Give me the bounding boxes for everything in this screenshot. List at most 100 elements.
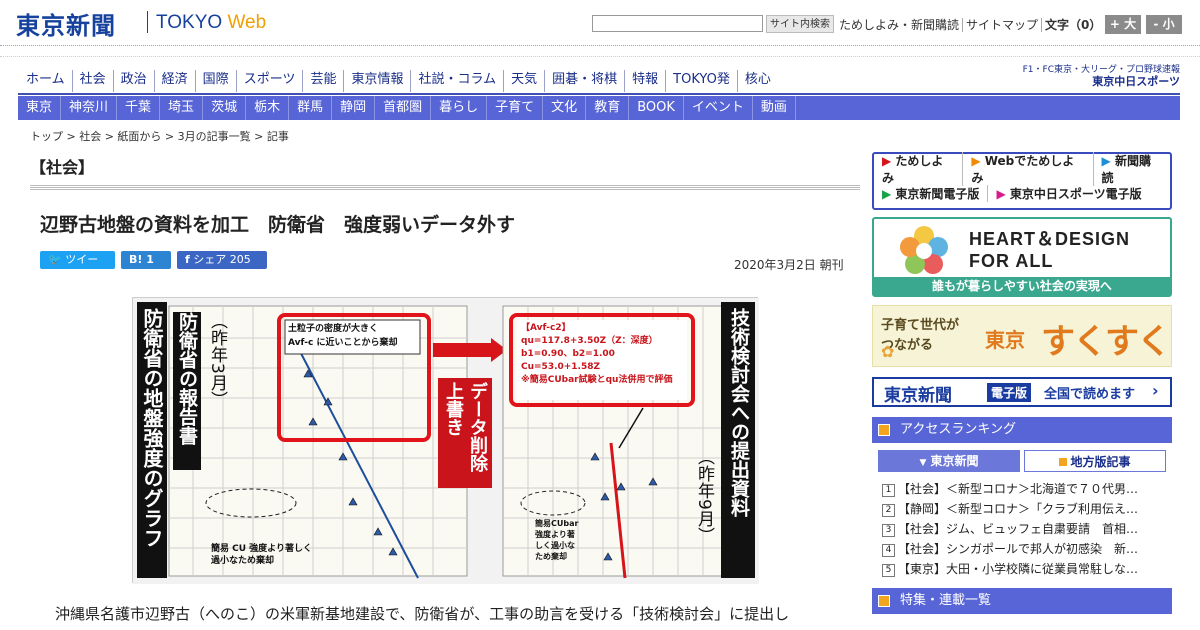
rank-title: 【静岡】＜新型コロナ＞「クラブ利用伝え… [898,502,1139,516]
tweet-button[interactable]: 🐦 ツイート [40,251,115,284]
subnav-shizuoka[interactable]: 静岡 [332,96,376,120]
nav-divider [18,93,1180,95]
sukusuku-tokyo: 東京 [985,328,1025,352]
tokyo-sukusuku-banner[interactable]: 子育て世代が つながる 東京 すくすく ✿ [872,305,1172,367]
subnav-book[interactable]: BOOK [629,96,684,120]
subnav-kosodate[interactable]: 子育て [487,96,544,120]
green-triangle-icon: ▶ [882,186,892,201]
tab-chiho-ban[interactable]: 地方版記事 [1024,450,1166,472]
logo-tokyo-web[interactable]: TOKYO Web [156,12,266,34]
facebook-icon: f [185,253,190,266]
nav-weather[interactable]: 天気 [503,70,544,92]
ranking-header: アクセスランキング [872,417,1172,443]
nav-kakushin[interactable]: 核心 [736,70,778,92]
section-marker-icon [878,595,890,607]
ranking-item[interactable]: 2 【静岡】＜新型コロナ＞「クラブ利用伝え… [882,499,1168,519]
subnav-kurashi[interactable]: 暮らし [431,96,488,120]
link-tameshiyomi[interactable]: ▶ ためしよみ [874,152,962,186]
denshiban-banner[interactable]: 東京新聞 電子版 全国で読めます › [872,377,1172,407]
nav-editorial[interactable]: 社説・コラム [410,70,503,92]
sitemap-link[interactable]: サイトマップ [962,18,1042,32]
breadcrumb[interactable]: トップ > 社会 > 紙面から > 3月の記事一覧 > 記事 [30,128,289,144]
subnav-ibaraki[interactable]: 茨城 [203,96,247,120]
link-web-tameshiyomi[interactable]: ▶ Webでためしよみ [962,152,1092,186]
nav-tokyo-info[interactable]: 東京情報 [343,70,410,92]
flower-logo-icon [900,226,948,274]
chevron-right-icon: › [1152,381,1159,400]
ranking-title: アクセスランキング [900,422,1016,437]
rank-number: 5 [882,564,895,577]
ranking-item[interactable]: 4 【社会】シンガポールで邦人が初感染 新… [882,539,1168,559]
link-web-tameshiyomi-label: Webでためしよみ [971,154,1075,185]
site-search-input[interactable] [592,15,763,32]
subnav-event[interactable]: イベント [684,96,753,120]
site-logo[interactable]: 東京新聞 [16,6,116,41]
link-subscribe[interactable]: ▶ 新聞購読 [1092,152,1171,186]
subnav-bunka[interactable]: 文化 [543,96,587,120]
logo-tokyo-text: TOKYO [156,12,223,33]
chunichi-sports-banner[interactable]: F1・FC東京・大リーグ・プロ野球速報 東京中日スポーツ [1020,64,1180,89]
nav-international[interactable]: 国際 [194,70,236,92]
tab-tokyo-shimbun[interactable]: ▼ 東京新聞 [878,450,1020,472]
subnav-gunma[interactable]: 群馬 [289,96,333,120]
subnav-kyoiku[interactable]: 教育 [586,96,630,120]
figure-left-callout: 土粒子の密度が大きく Avf-c に近いことから棄却 [288,324,398,348]
rank-number: 2 [882,504,895,517]
figure-right-note: 簡易CUbar 強度より著 しく過小な ため棄却 [535,519,579,561]
tab-triangle-icon: ▼ [919,458,927,468]
nav-tokuho[interactable]: 特報 [624,70,665,92]
flower-icon: ✿ [881,342,895,361]
subnav-chiba[interactable]: 千葉 [117,96,161,120]
magenta-triangle-icon: ▶ [996,186,1006,201]
blue-triangle-icon: ▶ [1101,154,1111,168]
subnav-tochigi[interactable]: 栃木 [246,96,290,120]
font-larger-button[interactable]: + 大 [1105,15,1141,34]
ranking-item[interactable]: 3 【社会】ジム、ビュッフェ自粛要請 首相… [882,519,1168,539]
ranking-item[interactable]: 5 【東京】大田・小学校隣に従業員常駐しな… [882,559,1168,579]
nav-go-shogi[interactable]: 囲碁・将棋 [544,70,624,92]
subnav-shutoken[interactable]: 首都圏 [375,96,432,120]
heart-design-subtitle: 誰もが暮らしやすい社会の実現へ [874,277,1170,295]
subnav-video[interactable]: 動画 [753,96,796,120]
font-size-label: 文字（0） [1041,18,1105,32]
nav-tokyo-hatsu[interactable]: TOKYO発 [665,70,737,92]
rank-number: 1 [882,484,895,497]
figure-left-date: （昨年3月） [207,312,227,408]
figure-arrow-label: データ削除 上書き [443,382,488,472]
header-band [0,47,1200,57]
subnav-saitama[interactable]: 埼玉 [160,96,204,120]
article-date: 2020年3月2日 朝刊 [734,258,844,272]
link-denshiban[interactable]: ▶ 東京新聞電子版 [874,185,987,202]
subnav-kanagawa[interactable]: 神奈川 [61,96,118,120]
nav-society[interactable]: 社会 [71,70,113,92]
hatena-bookmark-button[interactable]: B! 1 [121,251,171,269]
link-tameshiyomi-label: ためしよみ [882,154,944,185]
orange-triangle-icon: ▶ [971,154,981,168]
nav-home[interactable]: ホーム [20,70,72,92]
link-chunichi-sports-denshiban[interactable]: ▶ 東京中日スポーツ電子版 [987,184,1149,202]
heart-design-banner[interactable]: HEART＆DESIGN FOR ALL 誰もが暮らしやすい社会の実現へ [872,217,1172,297]
figure-left-subtitle: 防衛省の報告書 [173,312,201,470]
ranking-item[interactable]: 1 【社会】＜新型コロナ＞北海道で７０代男… [882,479,1168,499]
red-triangle-icon: ▶ [882,154,892,168]
twitter-icon: 🐦 [48,253,62,266]
nav-economy[interactable]: 経済 [153,70,195,92]
site-search-button[interactable]: サイト内検索 [766,15,834,33]
subscription-links-box: ▶ ためしよみ ▶ Webでためしよみ ▶ 新聞購読 ▶ 東京新聞電子版 ▶ 東… [872,152,1172,210]
ranking-list: 1 【社会】＜新型コロナ＞北海道で７０代男… 2 【静岡】＜新型コロナ＞「クラブ利用… [882,479,1168,579]
subnav-tokyo[interactable]: 東京 [18,96,62,120]
ranking-tabs: ▼ 東京新聞 地方版記事 [878,450,1166,472]
denshiban-logo: 東京新聞 [884,386,952,406]
nav-entertainment[interactable]: 芸能 [302,70,343,92]
font-smaller-button[interactable]: - 小 [1146,15,1182,34]
denshiban-text: 全国で読めます [1044,387,1136,402]
nav-sports[interactable]: スポーツ [235,70,303,92]
tab-chiho-label: 地方版記事 [1070,455,1131,469]
figure-right-title: 技術検討会への提出資料 [728,308,750,517]
tab-tokyo-label: 東京新聞 [930,454,979,468]
main-nav: ホーム 社会 政治 経済 国際 スポーツ 芸能 東京情報 社説・コラム 天気 囲… [20,70,778,92]
nav-politics[interactable]: 政治 [112,70,154,92]
facebook-share-button[interactable]: f シェア 205 [177,251,267,269]
rank-title: 【社会】ジム、ビュッフェ自粛要請 首相… [898,522,1139,536]
trial-subscribe-link[interactable]: ためしよみ・新聞購読 [836,18,962,32]
